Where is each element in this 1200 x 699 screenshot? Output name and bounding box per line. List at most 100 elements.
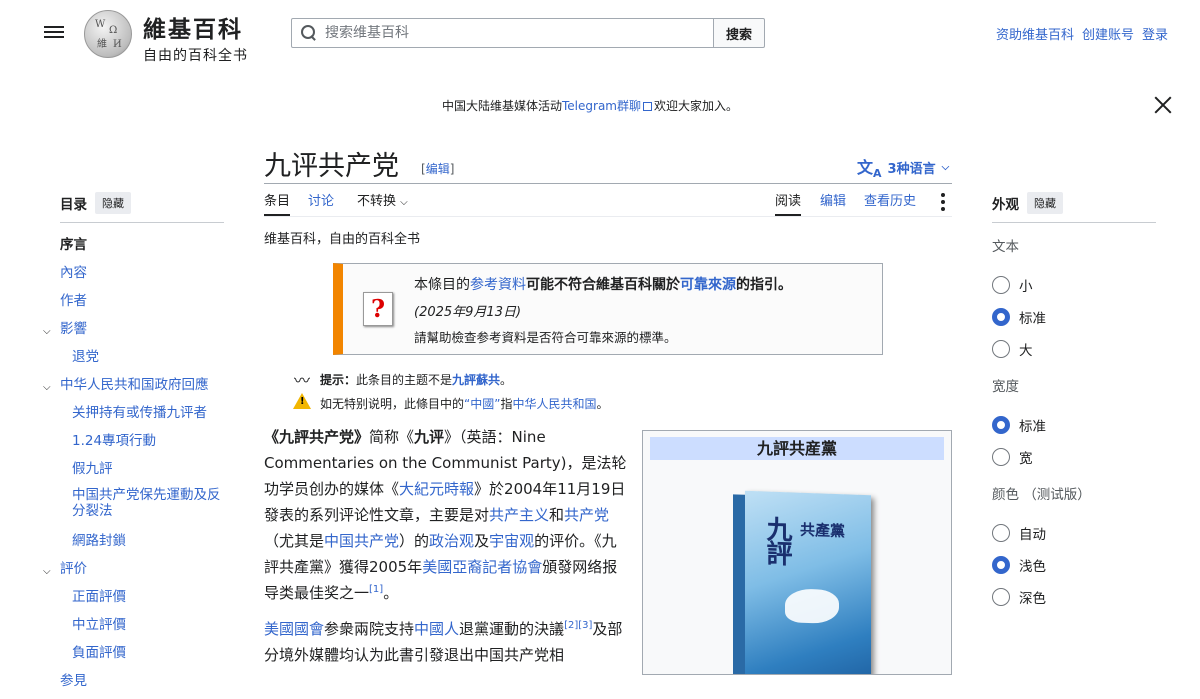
radio-label: 深色: [1019, 591, 1046, 607]
notice-help-text: 請幫助檢查参考資料是否符合可靠來源的標準。: [414, 330, 677, 345]
tab-variant[interactable]: 不转换 ⌵: [357, 190, 408, 216]
tab-history[interactable]: 查看历史: [864, 190, 916, 216]
radio-label: 小: [1019, 279, 1033, 295]
tabs-divider: [264, 216, 952, 217]
text-size-label: 文本: [992, 239, 1019, 255]
radio-label: 宽: [1019, 451, 1033, 467]
search-box[interactable]: [291, 18, 714, 48]
tab-edit[interactable]: 编辑: [820, 190, 846, 216]
toc-hide-button[interactable]: 隐藏: [95, 192, 131, 214]
color-option[interactable]: 深色: [992, 581, 1156, 613]
wiki-link[interactable]: 政治观: [429, 532, 474, 550]
notice-text-after: 欢迎大家加入。: [654, 99, 739, 113]
wordmark[interactable]: 維基百科 自由的百科全书: [143, 10, 248, 65]
toc-item-blocking[interactable]: 網路封鎖: [60, 531, 224, 559]
toc-item-content[interactable]: 內容: [60, 263, 224, 291]
toc-item-124-action[interactable]: 1.24專項行動: [60, 431, 224, 459]
radio-button[interactable]: [992, 308, 1010, 326]
radio-button[interactable]: [992, 524, 1010, 542]
hatnote-text: 此条目的主题不是: [356, 372, 453, 387]
reference-link[interactable]: [1]: [369, 584, 383, 595]
notice-text-before: 中国大陆维基媒体活动: [441, 99, 562, 113]
text-option[interactable]: 标准: [992, 301, 1156, 333]
title-edit-section: [编辑]: [421, 162, 455, 176]
toc-item-influence[interactable]: ⌵ 影響: [43, 319, 224, 347]
donate-link[interactable]: 资助维基百科: [996, 24, 1074, 43]
text-size-options: 小标准大: [992, 269, 1156, 365]
china-link[interactable]: “中國”: [464, 395, 500, 412]
references-link[interactable]: 参考資料: [470, 277, 526, 293]
wiki-link[interactable]: 中國人: [414, 620, 459, 638]
toc-item-fake[interactable]: 假九評: [60, 459, 224, 487]
width-option[interactable]: 标准: [992, 409, 1156, 441]
title-divider: [264, 183, 952, 184]
toc-item-negative[interactable]: 負面評價: [60, 643, 224, 671]
width-option[interactable]: 宽: [992, 441, 1156, 473]
toc-item-see-also[interactable]: 参見: [60, 671, 224, 699]
toc-header: 目录 隐藏: [60, 192, 224, 214]
language-button[interactable]: 文A 3种语言 ⌵: [857, 154, 949, 180]
search-button[interactable]: 搜索: [713, 18, 765, 48]
toc-item-neutral[interactable]: 中立評價: [60, 615, 224, 643]
toc-item-intro[interactable]: 序言: [60, 235, 224, 263]
hatnote-link[interactable]: 九評蘇共: [452, 371, 500, 388]
appearance-hide-button[interactable]: 隐藏: [1027, 192, 1063, 214]
body-text: 简称《: [369, 428, 415, 446]
reference-link[interactable]: [2][3]: [564, 620, 592, 631]
body-text: 参衆兩院支持: [324, 620, 415, 638]
wikipedia-globe-logo[interactable]: WΩ維И: [84, 10, 132, 58]
radio-button[interactable]: [992, 416, 1010, 434]
body-text: 。: [383, 584, 399, 602]
toc-item-detention[interactable]: 关押持有或传播九评者: [60, 403, 224, 431]
book-cover-image[interactable]: 九評 共產黨: [733, 490, 871, 674]
chevron-down-icon[interactable]: ⌵: [43, 322, 51, 342]
text-option[interactable]: 大: [992, 333, 1156, 365]
disambiguation-icon: 〰: [293, 371, 310, 390]
color-option[interactable]: 浅色: [992, 549, 1156, 581]
main-menu-icon[interactable]: [44, 23, 64, 41]
tab-read[interactable]: 阅读: [775, 190, 802, 216]
toc-item-reviews[interactable]: ⌵ 評价: [43, 559, 224, 587]
wiki-link[interactable]: 美國亞裔記者協會: [422, 558, 542, 576]
text-option[interactable]: 小: [992, 269, 1156, 301]
body-text: （尤其是: [264, 532, 325, 550]
toc-item-quit-party[interactable]: 退党: [60, 347, 224, 375]
wiki-link[interactable]: 宇宙观: [489, 532, 534, 550]
tab-talk[interactable]: 讨论: [308, 190, 334, 216]
wiki-link[interactable]: 美國國會: [264, 620, 324, 638]
more-tools-icon[interactable]: [940, 192, 946, 211]
toc-item-campaign[interactable]: 中国共产党保先運動及反分裂法: [60, 487, 224, 531]
hatnote-china: ! 如无特别说明，此條目中的 “中國” 指中华人民共和国。: [290, 393, 609, 413]
appearance-panel: 外观 隐藏 文本 小标准大 宽度 标准宽 颜色 （测试版） 自动 浅色 深色: [992, 192, 1156, 613]
radio-button[interactable]: [992, 448, 1010, 466]
wiki-link[interactable]: 中国共产党: [324, 532, 399, 550]
radio-label: 标准: [1019, 311, 1046, 327]
create-account-link[interactable]: 创建账号: [1082, 24, 1134, 43]
reliable-sources-link[interactable]: 可靠來源: [680, 277, 736, 293]
prc-link[interactable]: 中华人民共和国: [512, 395, 596, 412]
wordmark-tagline: 自由的百科全书: [143, 48, 248, 64]
wiki-link[interactable]: 共产党: [564, 506, 609, 524]
appearance-heading: 外观: [992, 197, 1019, 213]
chevron-down-icon[interactable]: ⌵: [43, 562, 51, 582]
radio-button[interactable]: [992, 588, 1010, 606]
notice-telegram-link[interactable]: Telegram群聊: [562, 99, 641, 113]
variant-label: 不转换: [357, 194, 397, 209]
toc-item-positive[interactable]: 正面評價: [60, 587, 224, 615]
radio-button[interactable]: [992, 340, 1010, 358]
wiki-link[interactable]: 共产主义: [489, 506, 549, 524]
toc-item-prc-response[interactable]: ⌵ 中华人民共和国政府回應: [43, 375, 224, 403]
wiki-link[interactable]: 大紀元時報: [399, 480, 474, 498]
login-link[interactable]: 登录: [1142, 24, 1168, 43]
chevron-down-icon[interactable]: ⌵: [43, 378, 51, 398]
toc-item-author[interactable]: 作者: [60, 291, 224, 319]
page-tabs: 条目 讨论 不转换 ⌵ 阅读 编辑 查看历史: [264, 190, 952, 216]
color-option[interactable]: 自动: [992, 517, 1156, 549]
close-notice-icon[interactable]: [1154, 96, 1172, 114]
radio-button[interactable]: [992, 276, 1010, 294]
title-edit-link[interactable]: 编辑: [426, 162, 450, 176]
search-input[interactable]: [325, 25, 705, 41]
tab-article[interactable]: 条目: [264, 190, 291, 216]
cover-subtitle: 共產黨: [800, 520, 846, 541]
radio-button[interactable]: [992, 556, 1010, 574]
